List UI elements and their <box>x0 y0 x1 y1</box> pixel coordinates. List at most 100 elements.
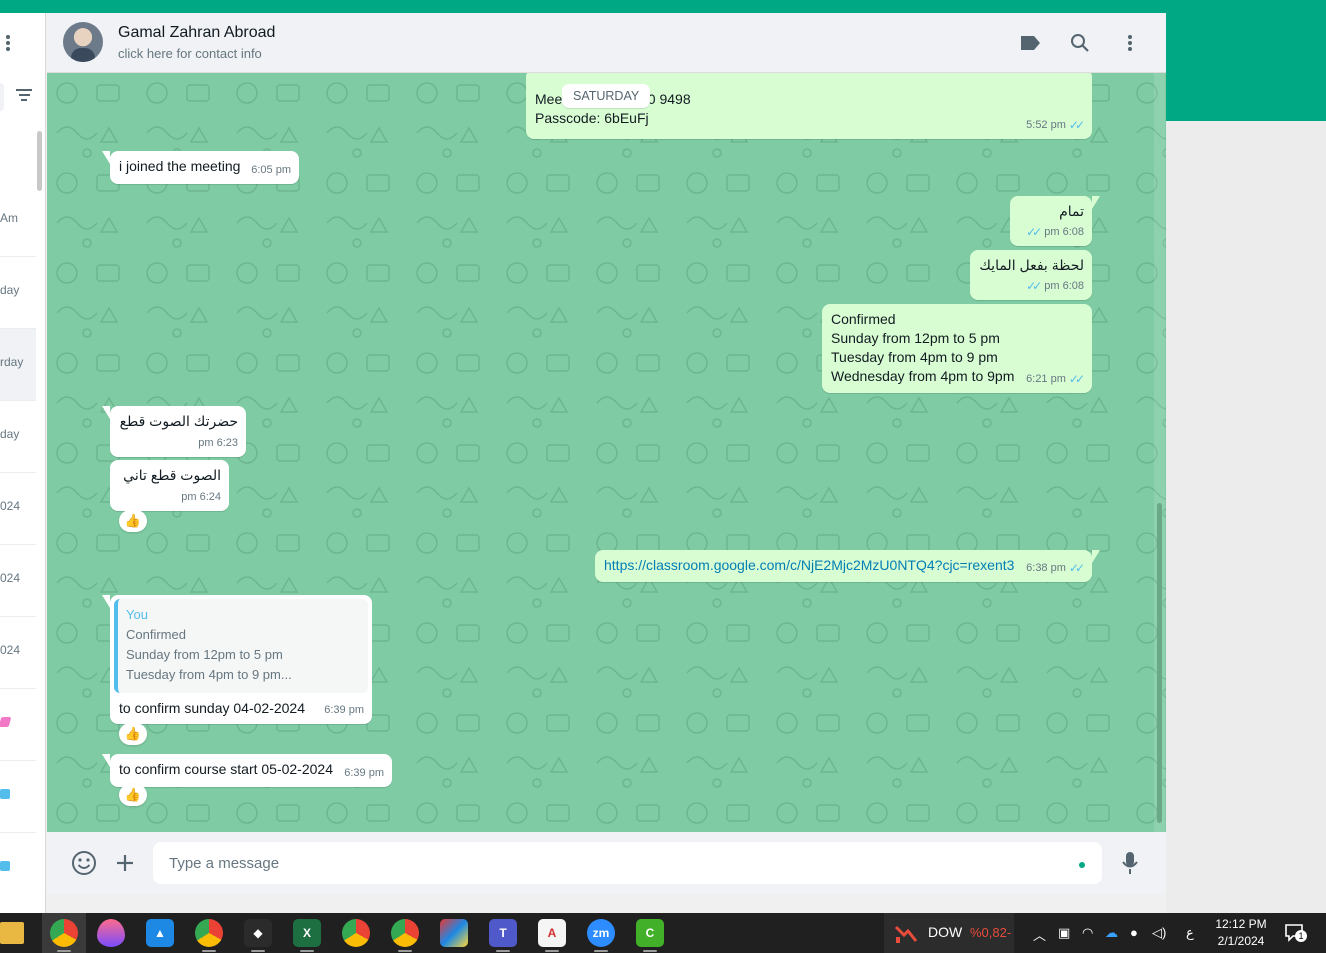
message-incoming[interactable]: You Confirmed Sunday from 12pm to 5 pm T… <box>102 595 372 724</box>
active-indicator <box>251 950 265 952</box>
double-check-icon: ✓✓ <box>1068 372 1085 386</box>
wifi-icon[interactable]: ◠ <box>1082 925 1093 941</box>
app-drop-icon[interactable] <box>97 919 125 947</box>
emoji-icon[interactable] <box>71 850 97 876</box>
message-text: Passcode: 6bEuFj <box>535 110 649 126</box>
message-outgoing[interactable]: لحظة بفعل المايك 6:08 pm ✓✓ <box>970 250 1092 300</box>
stock-name: DOW <box>928 924 963 940</box>
message-text: to confirm course start 05-02-2024 <box>119 761 333 777</box>
quoted-text: Sunday from 12pm to 5 pm <box>126 647 283 662</box>
sidebar-search-input[interactable] <box>0 83 4 111</box>
message-time: 6:08 pm <box>1044 226 1084 238</box>
chat-list-item-selected[interactable]: rday <box>0 329 36 401</box>
chrome-profile-icon[interactable] <box>195 919 223 947</box>
chat-list-item[interactable]: Am <box>0 185 36 257</box>
message-outgoing[interactable]: Confirmed Sunday from 12pm to 5 pm Tuesd… <box>822 304 1092 393</box>
message-text: Confirmed <box>831 311 896 327</box>
onedrive-icon[interactable]: ☁ <box>1105 925 1118 941</box>
message-time: 6:24 pm <box>181 491 221 503</box>
thumbs-up-icon[interactable]: 👍 <box>119 784 147 806</box>
chrome-profile-icon[interactable] <box>391 919 419 947</box>
contact-name[interactable]: Gamal Zahran Abroad <box>118 24 275 42</box>
notification-icon[interactable]: 1 <box>1284 923 1307 943</box>
conversation-panel[interactable]: Mee 300 9498 Passcode: 6bEuFj 5:52 pm ✓✓ S… <box>47 73 1166 832</box>
chat-list-item-time: 024 <box>0 499 21 513</box>
message-input[interactable] <box>153 842 1102 884</box>
message-outgoing[interactable]: تمام 6:08 pm ✓✓ <box>1010 196 1100 246</box>
contact-info-hint[interactable]: click here for contact info <box>118 46 262 61</box>
chat-list-item[interactable]: 024 <box>0 545 36 617</box>
search-icon[interactable] <box>1068 31 1092 55</box>
chat-list-item[interactable]: 024 <box>0 473 36 545</box>
message-incoming[interactable]: i joined the meeting 6:05 pm <box>102 151 299 184</box>
message-link[interactable]: https://classroom.google.com/c/NjE2Mjc2M… <box>604 557 1014 573</box>
chat-list-item-time: day <box>0 427 20 441</box>
avatar[interactable] <box>63 22 103 62</box>
chrome-icon[interactable] <box>50 919 78 947</box>
zoom-icon[interactable]: zm <box>587 919 615 947</box>
device-icon[interactable]: ▣ <box>1058 925 1070 941</box>
excel-icon[interactable]: X <box>293 919 321 947</box>
thumbs-up-icon[interactable]: 👍 <box>119 723 147 745</box>
clock-time[interactable]: 12:12 PM <box>1208 917 1274 931</box>
stock-change: %0,82- <box>970 925 1012 940</box>
conversation-header[interactable]: Gamal Zahran Abroad click here for conta… <box>47 13 1166 73</box>
message-time: 6:39 pm <box>344 767 384 779</box>
message-text: Sunday from 12pm to 5 pm <box>831 330 1000 346</box>
sidebar-scrollbar[interactable] <box>37 131 42 191</box>
stock-widget[interactable]: DOW %0,82- <box>884 913 1014 953</box>
message-incoming[interactable]: حضرتك الصوت قطع 6:23 pm <box>102 406 246 457</box>
language-indicator[interactable]: ع <box>1186 925 1194 941</box>
menu-dots-icon[interactable] <box>4 33 16 53</box>
volume-icon[interactable]: ◁) <box>1152 925 1166 941</box>
windows-taskbar: ▲ ◆ X T A zm C DOW %0,82- ︿ ▣ ◠ ☁ ● ◁) ع… <box>0 913 1326 953</box>
chrome-icon[interactable] <box>342 919 370 947</box>
message-meta: 6:39 pm <box>344 764 384 783</box>
chevron-up-icon[interactable]: ︿ <box>1033 925 1046 944</box>
app-icon[interactable] <box>440 919 468 947</box>
chat-scrollbar[interactable] <box>1157 503 1162 823</box>
message-text: i joined the meeting <box>119 158 241 174</box>
active-indicator <box>545 950 559 952</box>
label-tag-icon <box>0 789 10 799</box>
camtasia-icon[interactable]: C <box>636 919 664 947</box>
kebab-menu-icon[interactable] <box>1118 31 1142 55</box>
background-band <box>1166 13 1326 121</box>
file-explorer-icon[interactable] <box>0 922 24 944</box>
quoted-message[interactable]: You Confirmed Sunday from 12pm to 5 pm T… <box>114 599 368 693</box>
mic-icon[interactable] <box>1117 850 1143 876</box>
chat-list-item[interactable]: day <box>0 257 36 329</box>
chat-list-item[interactable]: 024 <box>0 617 36 689</box>
chat-list-item-time: 024 <box>0 643 21 657</box>
message-text: حضرتك الصوت قطع <box>119 413 238 429</box>
message-incoming[interactable]: to confirm course start 05-02-2024 6:39 … <box>102 754 392 787</box>
thumbs-up-icon[interactable]: 👍 <box>119 510 147 532</box>
clock-date[interactable]: 2/1/2024 <box>1208 934 1274 948</box>
plus-icon[interactable] <box>112 850 138 876</box>
active-indicator <box>496 950 510 952</box>
message-text: الصوت قطع تاني <box>123 467 221 483</box>
message-incoming[interactable]: الصوت قطع تاني 6:24 pm <box>110 460 229 511</box>
chat-list-item[interactable] <box>0 689 36 761</box>
message-meta: 5:52 pm ✓✓ <box>1026 116 1085 135</box>
message-outgoing[interactable]: https://classroom.google.com/c/NjE2Mjc2M… <box>595 550 1100 582</box>
chat-list-item[interactable] <box>0 761 36 833</box>
active-indicator <box>398 950 412 952</box>
double-check-icon: ✓✓ <box>1068 118 1085 132</box>
status-dot-icon <box>1079 862 1085 868</box>
mic-tray-icon[interactable]: ● <box>1130 925 1138 940</box>
photos-icon[interactable]: ▲ <box>146 919 174 947</box>
pdf-icon[interactable]: A <box>538 919 566 947</box>
chat-list-item-time: rday <box>0 355 24 369</box>
app-top-band <box>0 0 1326 13</box>
teams-icon[interactable]: T <box>489 919 517 947</box>
message-meta: 6:24 pm <box>181 488 221 507</box>
message-time: 5:52 pm <box>1026 119 1066 131</box>
chat-list-item[interactable] <box>0 833 36 905</box>
chat-list-item-time: 024 <box>0 571 21 585</box>
filter-icon[interactable] <box>15 89 33 103</box>
message-meta: 6:08 pm ✓✓ <box>1026 277 1084 296</box>
label-icon[interactable] <box>1018 31 1042 55</box>
chat-list-item[interactable]: day <box>0 401 36 473</box>
app-icon[interactable]: ◆ <box>244 919 272 947</box>
